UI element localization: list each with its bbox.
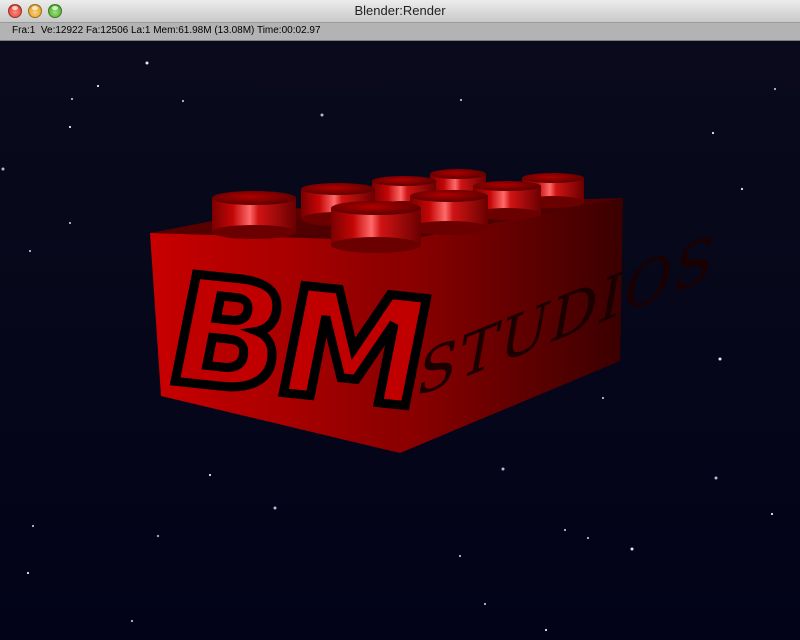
star	[483, 602, 487, 606]
stud	[410, 190, 488, 235]
star	[501, 467, 505, 471]
star	[770, 512, 774, 516]
stud	[212, 191, 296, 239]
star	[181, 99, 185, 103]
star	[68, 125, 72, 129]
title-bar[interactable]: Blender:Render	[0, 0, 800, 23]
render-viewport: BM STUDIOS	[0, 41, 800, 640]
rendered-image: BM STUDIOS	[1, 61, 777, 632]
star	[718, 357, 722, 361]
star	[586, 536, 590, 540]
star	[145, 61, 149, 65]
star	[601, 396, 605, 400]
star	[26, 571, 30, 575]
star	[458, 554, 462, 558]
star	[70, 97, 74, 101]
star	[96, 84, 100, 88]
star	[740, 187, 744, 191]
star	[773, 87, 777, 91]
star	[130, 619, 134, 623]
bm-logo: BM	[168, 238, 432, 448]
star	[68, 221, 72, 225]
star	[714, 476, 718, 480]
render-stats-text: Fra:1 Ve:12922 Fa:12506 La:1 Mem:61.98M …	[12, 25, 321, 36]
star	[544, 628, 548, 632]
lego-brick: BM STUDIOS	[150, 169, 716, 453]
stud	[331, 201, 421, 253]
star	[711, 131, 715, 135]
star	[320, 113, 324, 117]
star	[208, 473, 212, 477]
window-title: Blender:Render	[354, 3, 446, 18]
render-window: Blender:Render Fra:1 Ve:12922 Fa:12506 L…	[0, 0, 800, 640]
star	[28, 249, 32, 253]
star	[630, 547, 634, 551]
star	[459, 98, 463, 102]
render-status-bar: Fra:1 Ve:12922 Fa:12506 La:1 Mem:61.98M …	[0, 23, 800, 41]
star	[563, 528, 567, 532]
star	[31, 524, 35, 528]
star	[273, 506, 277, 510]
star	[156, 534, 160, 538]
svg-text:BM: BM	[172, 242, 427, 443]
star	[1, 167, 5, 171]
